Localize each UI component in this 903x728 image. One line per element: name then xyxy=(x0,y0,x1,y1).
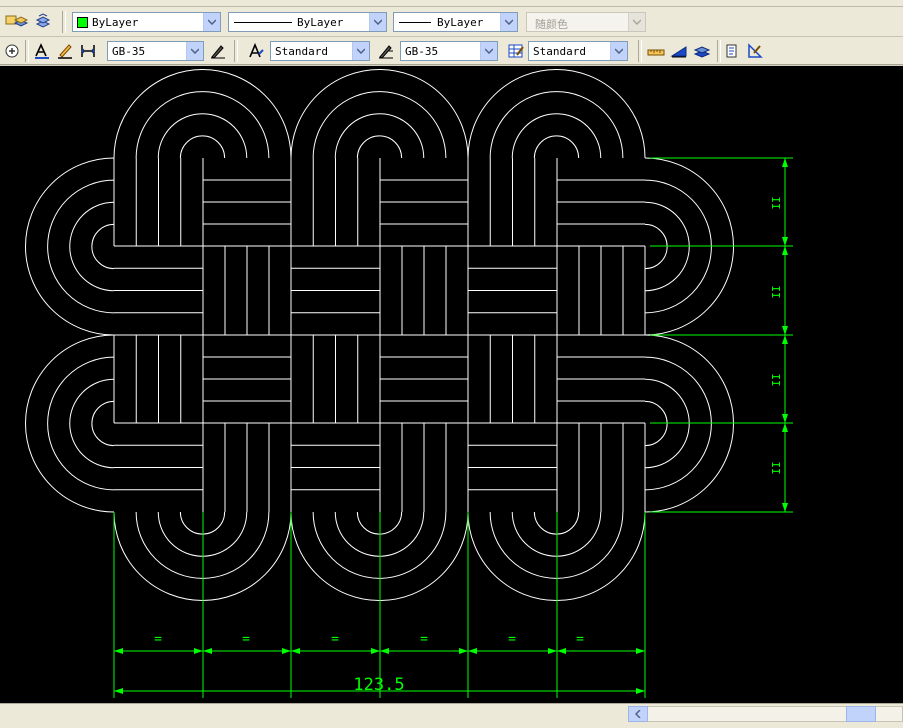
add-icon[interactable] xyxy=(2,41,22,61)
dimension-style-value-2: GB-35 xyxy=(405,45,439,58)
dimension-style-combo-2[interactable]: GB-35 xyxy=(400,41,498,61)
plotstyle-combo-value: 随颜色 xyxy=(535,18,568,31)
text-edit-icon[interactable] xyxy=(55,41,75,61)
scroll-left-button[interactable] xyxy=(628,706,648,722)
equal-vertical-label-2: II xyxy=(769,285,782,298)
horizontal-scrollbar[interactable] xyxy=(0,703,903,728)
chevron-down-icon xyxy=(352,42,369,60)
equal-vertical-label-3: II xyxy=(769,373,782,386)
equal-label-4: = xyxy=(420,632,428,647)
toolbar-separator xyxy=(62,11,66,33)
top-loop-arc xyxy=(135,91,270,159)
dimension-arrowhead xyxy=(203,648,212,654)
toolbar-separator xyxy=(234,40,238,62)
layer-manager-icon[interactable] xyxy=(11,11,31,31)
equal-label-5: = xyxy=(508,632,516,647)
toolbar-separator xyxy=(638,40,642,62)
top-loop-arc xyxy=(312,91,447,159)
lineweight-combo[interactable]: ByLayer xyxy=(393,12,518,32)
left-loop-arc xyxy=(47,356,115,491)
chevron-down-icon xyxy=(369,13,386,31)
drawing-canvas[interactable]: = = = = = = 123.5 II II II II xyxy=(0,66,903,703)
toolbar-separator xyxy=(717,40,721,62)
table-style-icon[interactable] xyxy=(506,41,526,61)
dimension-arrowhead xyxy=(782,414,788,423)
layer-previous-icon[interactable] xyxy=(33,11,53,31)
text-style-combo[interactable]: Standard xyxy=(270,41,370,61)
match-properties-icon[interactable] xyxy=(745,41,765,61)
color-swatch xyxy=(77,17,88,28)
properties-icon[interactable] xyxy=(722,41,742,61)
ruler-icon[interactable] xyxy=(646,41,666,61)
equal-vertical-label-1: II xyxy=(769,196,782,209)
layer-state-icon[interactable] xyxy=(692,41,712,61)
dimension-style-value: GB-35 xyxy=(112,45,146,58)
toolbar-overflow-strip xyxy=(0,0,903,7)
dimension-style-combo[interactable]: GB-35 xyxy=(107,41,204,61)
dimension-update-icon[interactable] xyxy=(208,41,228,61)
dimension-arrowhead xyxy=(782,326,788,335)
dimension-arrowhead xyxy=(114,648,123,654)
dimension-arrowhead xyxy=(782,237,788,246)
equal-label-1: = xyxy=(154,632,162,647)
dimension-arrowhead xyxy=(782,335,788,344)
dimension-arrowhead xyxy=(782,246,788,255)
styles-toolbar: GB-35 Standard GB-35 Standard xyxy=(0,37,903,65)
chevron-down-icon xyxy=(610,42,627,60)
left-loop-arc xyxy=(91,400,115,447)
layer-stack-icon[interactable] xyxy=(669,41,689,61)
text-style-value: Standard xyxy=(275,45,328,58)
color-combo-value: ByLayer xyxy=(92,16,139,29)
table-style-combo[interactable]: Standard xyxy=(528,41,628,61)
dimension-arrowhead xyxy=(557,648,566,654)
lineweight-combo-value: ByLayer xyxy=(437,16,484,29)
table-style-value: Standard xyxy=(533,45,586,58)
dimension-arrowhead xyxy=(194,648,203,654)
dimension-arrowhead xyxy=(782,423,788,432)
dimension-linear-icon[interactable] xyxy=(78,41,98,61)
dimension-arrowhead xyxy=(782,158,788,167)
dimension-arrowhead xyxy=(282,648,291,654)
chevron-down-icon xyxy=(480,42,497,60)
dimension-arrowhead xyxy=(636,648,645,654)
properties-toolbar: ByLayer ByLayer ByLayer 随颜色 xyxy=(0,7,903,37)
dimension-annotations xyxy=(113,157,793,698)
linetype-sample xyxy=(234,22,292,23)
equal-label-2: = xyxy=(242,632,250,647)
dimension-arrowhead xyxy=(782,503,788,512)
top-loop-arc xyxy=(533,135,580,159)
dimension-arrowhead xyxy=(291,648,300,654)
top-loop-arc xyxy=(356,135,403,159)
left-loop-arc xyxy=(47,179,115,314)
chevron-down-icon xyxy=(203,13,220,31)
chevron-down-icon xyxy=(628,13,645,31)
text-style-manager-icon[interactable] xyxy=(246,41,266,61)
dimension-style-manager-icon[interactable] xyxy=(376,41,396,61)
plotstyle-combo: 随颜色 xyxy=(526,12,646,32)
dimension-arrowhead xyxy=(636,688,645,694)
color-combo[interactable]: ByLayer xyxy=(72,12,221,32)
left-loop-arc xyxy=(91,223,115,270)
dimension-arrowhead xyxy=(468,648,477,654)
text-style-icon[interactable] xyxy=(32,41,52,61)
drawing-area[interactable]: = = = = = = 123.5 II II II II xyxy=(0,66,903,703)
linetype-combo-value: ByLayer xyxy=(297,16,344,29)
equal-label-6: = xyxy=(576,632,584,647)
linetype-combo[interactable]: ByLayer xyxy=(228,12,387,32)
equal-vertical-label-4: II xyxy=(769,461,782,474)
chevron-down-icon xyxy=(500,13,517,31)
dimension-arrowhead xyxy=(114,688,123,694)
total-dimension-label: 123.5 xyxy=(353,675,404,695)
chevron-down-icon xyxy=(186,42,203,60)
dimension-arrowhead xyxy=(459,648,468,654)
top-loop-arc xyxy=(179,135,226,159)
dimension-arrowhead xyxy=(380,648,389,654)
toolbar-separator xyxy=(25,40,29,62)
dimension-arrowhead xyxy=(548,648,557,654)
lineweight-sample xyxy=(399,22,431,23)
dimension-arrowhead xyxy=(371,648,380,654)
top-loop-arc xyxy=(489,91,624,159)
equal-label-3: = xyxy=(331,632,339,647)
scrollbar-thumb[interactable] xyxy=(846,706,876,722)
